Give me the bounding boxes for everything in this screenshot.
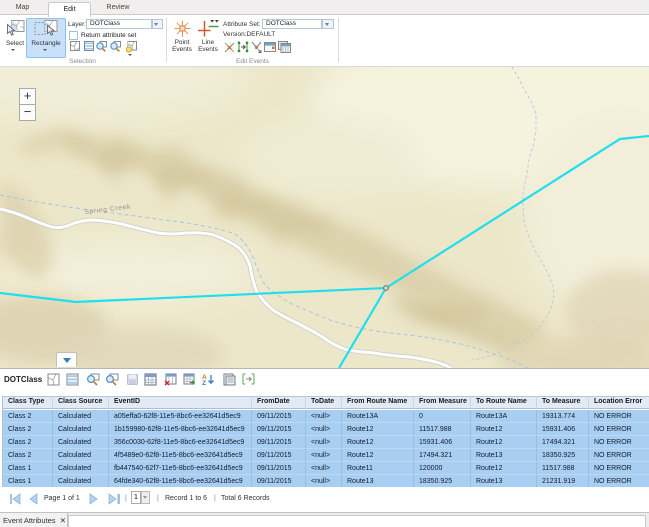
svg-text:Z: Z: [202, 380, 206, 387]
